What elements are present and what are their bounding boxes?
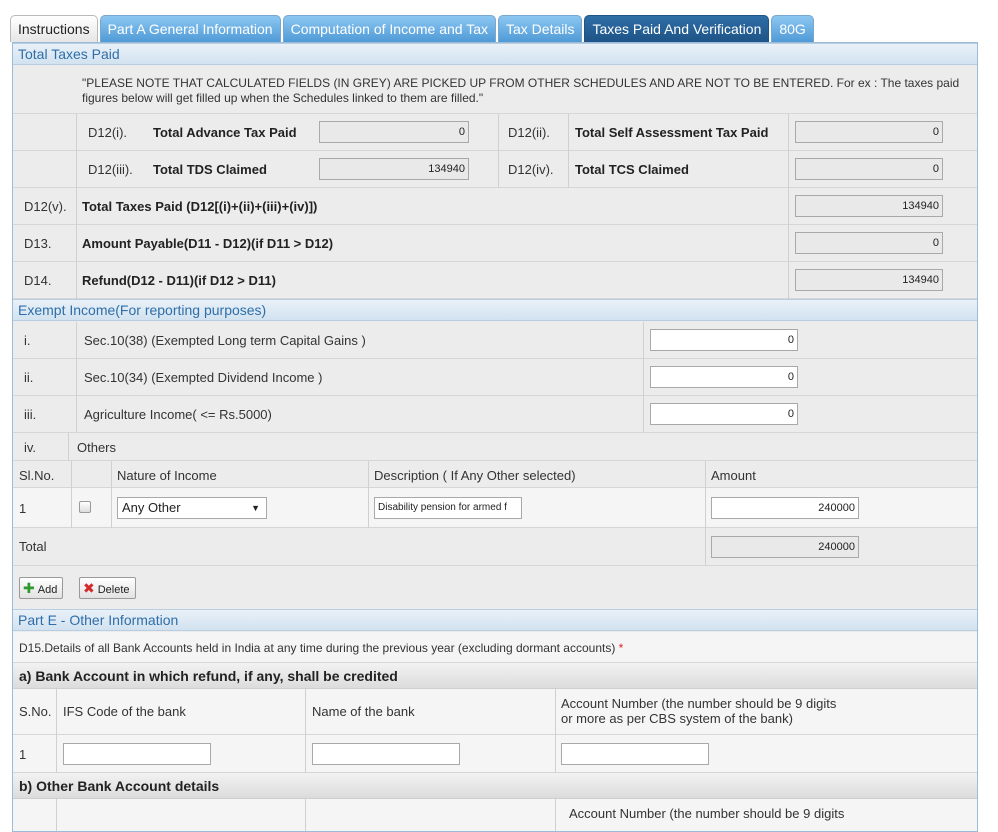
sec-10-38-input[interactable]: 0	[650, 329, 798, 351]
ifs-code-input[interactable]	[63, 743, 211, 765]
exempt-iv-code: iv.	[24, 440, 37, 455]
exempt-ii-code: ii.	[24, 370, 34, 385]
delete-button[interactable]: ✖ Delete	[79, 577, 136, 599]
d13-code: D13.	[24, 236, 52, 251]
row-select-checkbox[interactable]	[79, 501, 91, 513]
d12-i-label: Total Advance Tax Paid	[153, 125, 297, 140]
col-ifs-code: IFS Code of the bank	[63, 704, 186, 719]
others-table-row: 1 Any Other ▼ Disability pension for arm…	[13, 488, 977, 528]
exempt-iii-label: Agriculture Income( <= Rs.5000)	[84, 407, 272, 422]
total-advance-tax-field: 0	[319, 121, 469, 143]
bank-table-row: 1	[13, 735, 977, 773]
delete-x-icon: ✖	[83, 580, 95, 596]
other-bank-table-header: Account Number (the number should be 9 d…	[13, 799, 977, 831]
d12-iii-iv-row: D12(iii). Total TDS Claimed 134940 D12(i…	[13, 151, 977, 188]
d12-ii-label: Total Self Assessment Tax Paid	[575, 125, 769, 140]
total-self-assessment-tax-field: 0	[795, 121, 943, 143]
d15-row: D15.Details of all Bank Accounts held in…	[13, 632, 977, 663]
exempt-row-ii: ii. Sec.10(34) (Exempted Dividend Income…	[13, 359, 977, 396]
col-account-number: Account Number (the number should be 9 d…	[561, 696, 836, 726]
col-sno: S.No.	[19, 704, 52, 719]
account-number-input[interactable]	[561, 743, 709, 765]
col-amount: Amount	[711, 468, 756, 483]
other-col-account-number: Account Number (the number should be 9 d…	[569, 806, 845, 821]
others-amount-input[interactable]: 240000	[711, 497, 859, 519]
d13-row: D13. Amount Payable(D11 - D12)(if D11 > …	[13, 225, 977, 262]
d12-iii-label: Total TDS Claimed	[153, 162, 267, 177]
exempt-ii-label: Sec.10(34) (Exempted Dividend Income )	[84, 370, 323, 385]
others-table-header: Sl.No. Nature of Income Description ( If…	[13, 461, 977, 488]
d14-label: Refund(D12 - D11)(if D12 > D11)	[82, 273, 276, 288]
add-button-label: Add	[37, 584, 58, 596]
d12-i-ii-row: D12(i). Total Advance Tax Paid 0 D12(ii)…	[13, 114, 977, 151]
others-total-row: Total 240000	[13, 528, 977, 566]
tab-instructions[interactable]: Instructions	[10, 15, 98, 42]
col-account-number-line2: or more as per CBS system of the bank)	[561, 711, 793, 726]
tab-taxes-paid-and-verification[interactable]: Taxes Paid And Verification	[584, 15, 770, 42]
calculated-fields-note: "PLEASE NOTE THAT CALCULATED FIELDS (IN …	[82, 76, 960, 105]
col-slno: Sl.No.	[19, 468, 55, 483]
plus-icon: ✚	[23, 580, 35, 596]
col-account-number-line1: Account Number (the number should be 9 d…	[561, 696, 837, 711]
required-mark: *	[618, 641, 624, 655]
col-nature-of-income: Nature of Income	[117, 468, 217, 483]
add-button[interactable]: ✚ Add	[19, 577, 64, 599]
tab-80g[interactable]: 80G	[771, 15, 814, 42]
exempt-income-header: Exempt Income(For reporting purposes)	[13, 299, 977, 321]
delete-button-label: Delete	[97, 584, 130, 596]
tab-tax-details[interactable]: Tax Details	[498, 15, 583, 42]
exempt-row-iii: iii. Agriculture Income( <= Rs.5000) 0	[13, 396, 977, 433]
bank-name-input[interactable]	[312, 743, 460, 765]
refund-field: 134940	[795, 269, 943, 291]
bank-row-sno: 1	[19, 747, 27, 762]
d12-i-code: D12(i).	[88, 125, 128, 140]
total-tds-field: 134940	[319, 158, 469, 180]
row-slno: 1	[19, 501, 27, 516]
d13-label: Amount Payable(D11 - D12)(if D11 > D12)	[82, 236, 334, 251]
d12-iv-code: D12(iv).	[508, 162, 554, 177]
exempt-i-label: Sec.10(38) (Exempted Long term Capital G…	[84, 333, 366, 348]
amount-payable-field: 0	[795, 232, 943, 254]
sec-10-34-input[interactable]: 0	[650, 366, 798, 388]
total-label: Total	[19, 539, 47, 554]
tab-bar: Instructions Part A General Information …	[10, 14, 816, 42]
exempt-row-i: i. Sec.10(38) (Exempted Long term Capita…	[13, 322, 977, 359]
bank-refund-account-title: a) Bank Account in which refund, if any,…	[13, 663, 977, 689]
d12-iv-label: Total TCS Claimed	[575, 162, 689, 177]
exempt-iv-label: Others	[77, 440, 117, 455]
add-delete-row: ✚ Add ✖ Delete	[13, 566, 977, 610]
d14-row: D14. Refund(D12 - D11)(if D12 > D11) 134…	[13, 262, 977, 299]
other-bank-account-title: b) Other Bank Account details	[13, 773, 977, 799]
exempt-i-code: i.	[24, 333, 31, 348]
part-e-header: Part E - Other Information	[13, 609, 977, 631]
d15-label: D15.Details of all Bank Accounts held in…	[19, 641, 623, 655]
dropdown-arrow-icon: ▼	[251, 503, 260, 513]
d14-code: D14.	[24, 273, 52, 288]
agriculture-income-input[interactable]: 0	[650, 403, 798, 425]
col-description: Description ( If Any Other selected)	[374, 468, 576, 483]
total-taxes-paid-header: Total Taxes Paid	[13, 43, 977, 65]
total-tcs-field: 0	[795, 158, 943, 180]
description-input[interactable]: Disability pension for armed f	[374, 497, 522, 519]
total-taxes-paid-field: 134940	[795, 195, 943, 217]
form-panel: Total Taxes Paid "PLEASE NOTE THAT CALCU…	[12, 42, 978, 832]
d12-iii-code: D12(iii).	[88, 162, 133, 177]
bank-table-header: S.No. IFS Code of the bank Name of the b…	[13, 689, 977, 735]
exempt-iii-code: iii.	[24, 407, 37, 422]
calculated-fields-note-row: "PLEASE NOTE THAT CALCULATED FIELDS (IN …	[13, 66, 977, 114]
others-total-field: 240000	[711, 536, 859, 558]
exempt-row-iv: iv. Others	[13, 433, 977, 461]
nature-of-income-select[interactable]: Any Other ▼	[117, 497, 267, 519]
d12-v-code: D12(v).	[24, 199, 67, 214]
tab-part-a-general-information[interactable]: Part A General Information	[99, 15, 281, 42]
tab-computation-of-income-and-tax[interactable]: Computation of Income and Tax	[282, 15, 496, 42]
d15-text: D15.Details of all Bank Accounts held in…	[19, 641, 616, 655]
d12-v-label: Total Taxes Paid (D12[(i)+(ii)+(iii)+(iv…	[82, 199, 318, 214]
nature-of-income-value: Any Other	[122, 500, 181, 515]
col-bank-name: Name of the bank	[312, 704, 415, 719]
d12-v-row: D12(v). Total Taxes Paid (D12[(i)+(ii)+(…	[13, 188, 977, 225]
d12-ii-code: D12(ii).	[508, 125, 550, 140]
